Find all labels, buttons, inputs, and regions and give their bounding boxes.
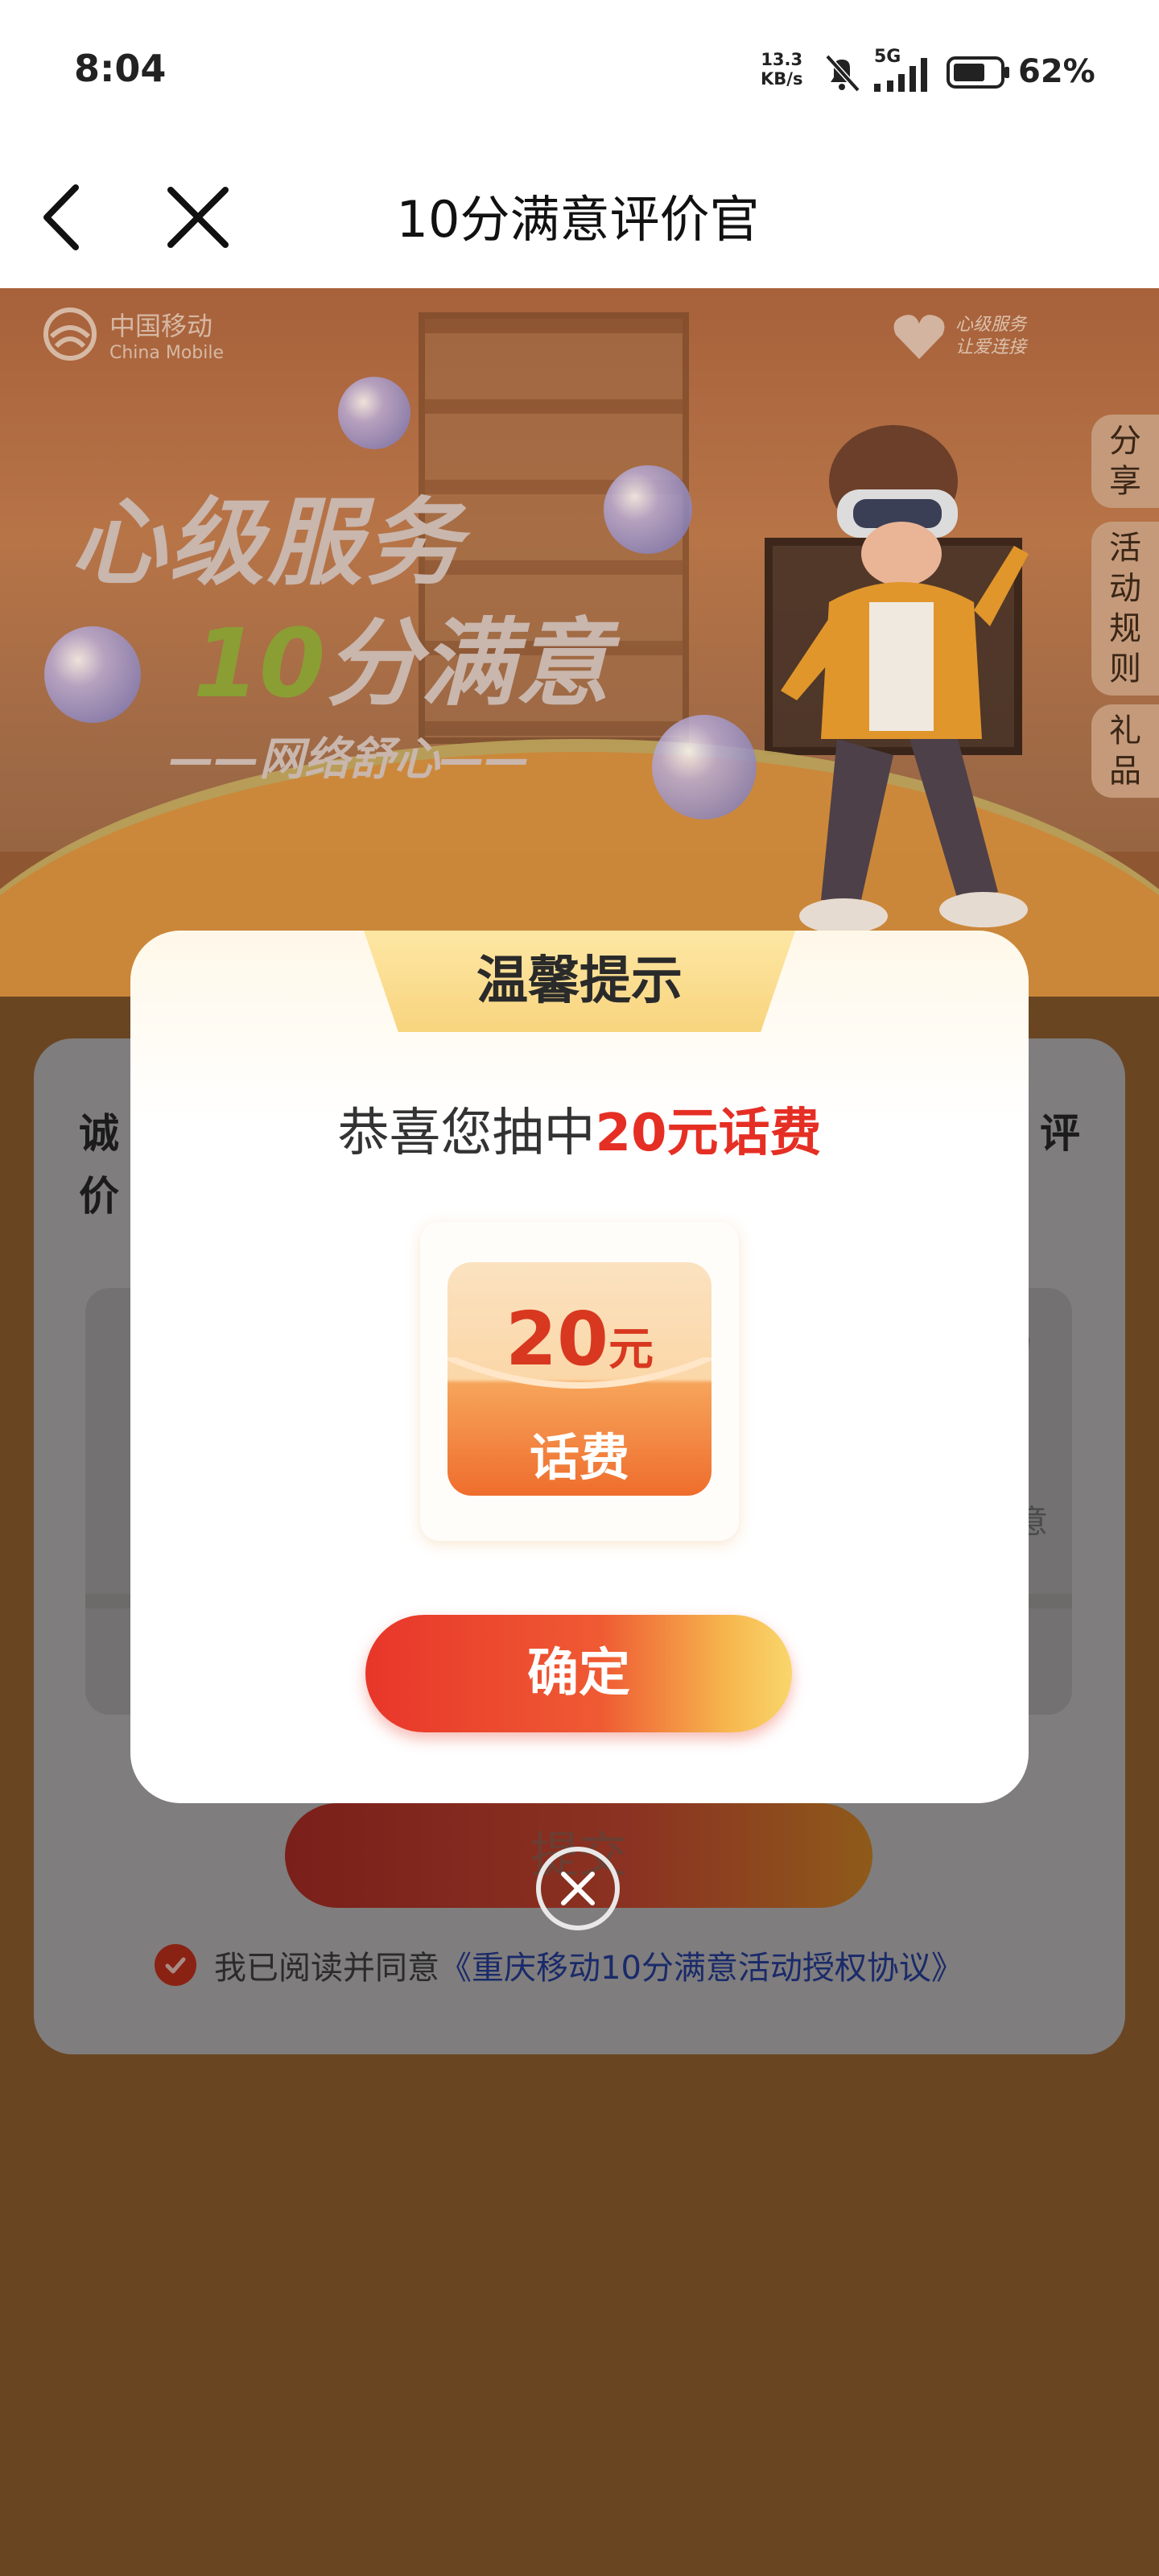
card-text-left2: 价 <box>79 1173 119 1220</box>
battery-percent: 62% <box>1018 53 1095 90</box>
red-envelope-image: 20元 话费 <box>448 1262 711 1496</box>
service-logo-line2: 让爱连接 <box>955 337 1026 357</box>
service-logo: 心级服务 让爱连接 <box>891 311 1026 362</box>
slogan-line2-text: 分满意 <box>325 608 611 719</box>
agreement-checkbox[interactable] <box>155 1944 196 1986</box>
mute-bell-icon <box>825 54 860 93</box>
china-mobile-logo: 中国移动 China Mobile <box>40 304 224 364</box>
vr-character-illustration <box>781 425 1029 934</box>
prize-label: 话费 <box>529 1428 629 1487</box>
service-logo-line1: 心级服务 <box>955 315 1026 335</box>
dialog-message-prize: 20元话费 <box>595 1104 822 1163</box>
rocket-bubble-icon <box>44 626 141 723</box>
signal-icon <box>874 58 927 92</box>
card-text-right1: 评 <box>1040 1110 1080 1157</box>
slogan-number: 10 <box>193 608 326 719</box>
gift-tab-label: 礼品 <box>1109 712 1141 790</box>
slogan-line3: ——网络舒心—— <box>169 733 530 786</box>
network-speed-unit: KB/s <box>761 69 803 89</box>
slogan-line2: 10分满意 <box>193 586 610 724</box>
gamepad-bubble-icon <box>338 377 410 449</box>
confirm-button[interactable]: 确定 <box>365 1615 792 1732</box>
agreement-row: 我已阅读并同意 《重庆移动10分满意活动授权协议》 <box>155 1942 963 1988</box>
dialog-message-prefix: 恭喜您抽中 <box>337 1104 596 1163</box>
dialog-message: 恭喜您抽中20元话费 <box>130 1092 1029 1166</box>
prize-card: 20元 话费 <box>420 1222 739 1541</box>
heart-logo-icon <box>893 315 945 359</box>
battery-icon <box>947 56 1009 89</box>
logo-text-en: China Mobile <box>109 342 225 363</box>
activity-rules-tab-label: 活动规则 <box>1109 530 1141 687</box>
agreement-link[interactable]: 《重庆移动10分满意活动授权协议》 <box>439 1942 963 1988</box>
campaign-banner: 中国移动 China Mobile 心级服务 让爱连接 心级服务 10分满意 —… <box>0 288 1159 997</box>
network-speed: 13.3 KB/s <box>761 50 802 89</box>
agreement-text: 我已阅读并同意 <box>214 1950 439 1987</box>
prize-amount-unit: 元 <box>608 1323 654 1376</box>
prize-amount: 20元 <box>448 1296 711 1382</box>
prize-dialog: 温馨提示 恭喜您抽中20元话费 20元 话费 确定 <box>130 931 1029 1803</box>
logo-text-cn: 中国移动 <box>109 310 213 341</box>
share-tab[interactable]: 分享 <box>1091 415 1159 508</box>
share-tab-label: 分享 <box>1109 423 1141 500</box>
china-mobile-logo-icon <box>43 308 97 361</box>
card-text-left1: 诚 <box>79 1110 119 1157</box>
wifi-bubble-icon <box>604 465 692 554</box>
dialog-close-button[interactable] <box>536 1847 620 1930</box>
router-bubble-icon <box>652 715 757 819</box>
prize-amount-value: 20 <box>505 1296 609 1382</box>
gift-tab[interactable]: 礼品 <box>1091 704 1159 798</box>
checkmark-icon <box>165 1957 186 1974</box>
nav-bar: 10分满意评价官 <box>0 145 1159 288</box>
slogan-line1: 心级服务 <box>71 487 464 598</box>
activity-rules-tab[interactable]: 活动规则 <box>1091 522 1159 696</box>
status-bar: 8:04 13.3 KB/s 5G 62% <box>0 0 1159 145</box>
dialog-title: 温馨提示 <box>364 931 795 1032</box>
close-icon <box>561 1872 595 1905</box>
page-title: 10分满意评价官 <box>396 190 760 249</box>
status-time: 8:04 <box>74 47 167 90</box>
network-speed-value: 13.3 <box>761 50 803 69</box>
